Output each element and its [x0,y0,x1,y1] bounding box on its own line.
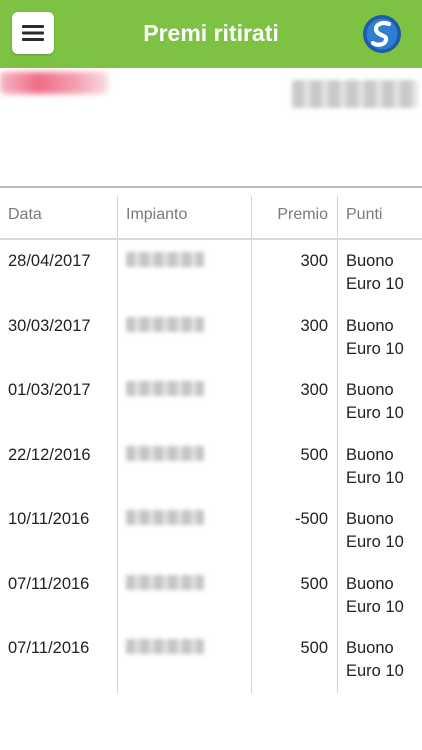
row-impianto-blurred [126,445,204,461]
row-impianto-blurred [126,574,204,590]
column-header-data[interactable]: Data [8,205,42,225]
row-date: 07/11/2016 [8,639,90,657]
table-row: 30/03/2017 300 Buono Euro 10 [0,305,422,369]
page-title: Premi ritirati [143,20,279,46]
table-row: 01/03/2017 300 Buono Euro 10 [0,369,422,433]
row-date: 28/04/2017 [8,252,91,270]
row-premio: 300 [300,316,328,335]
row-punti: Buono Euro 10 [346,445,404,487]
row-impianto-blurred [126,316,204,332]
menu-button[interactable] [12,12,54,54]
table-top-divider [0,186,422,188]
blurred-user-name [0,72,108,94]
row-premio: 500 [300,574,328,593]
row-date: 01/03/2017 [8,381,91,399]
row-impianto-blurred [126,252,204,267]
row-impianto-blurred [126,381,204,396]
hamburger-icon [22,25,44,41]
row-punti: Buono Euro 10 [346,510,404,551]
row-premio: -500 [294,510,328,528]
table-row: 07/11/2016 500 Buono Euro 10 [0,563,422,627]
table-row: 22/12/2016 500 Buono Euro 10 [0,434,422,498]
row-punti: Buono Euro 10 [346,316,404,358]
row-premio: 500 [300,445,328,464]
table-row: 10/11/2016 -500 Buono Euro 10 [0,498,422,562]
row-premio: 500 [300,639,328,657]
row-punti: Buono Euro 10 [346,574,404,616]
column-header-premio[interactable]: Premio [252,205,328,225]
row-punti: Buono Euro 10 [346,381,404,422]
brand-logo-icon [363,15,401,53]
row-date: 07/11/2016 [8,574,90,593]
row-impianto-blurred [126,639,204,654]
row-date: 30/03/2017 [8,316,91,335]
app-header: Premi ritirati [0,0,422,68]
row-date: 10/11/2016 [8,510,90,528]
blurred-card-number [292,80,418,108]
row-premio: 300 [300,252,328,270]
column-header-impianto[interactable]: Impianto [126,205,187,225]
row-premio: 300 [300,381,328,399]
row-punti: Buono Euro 10 [346,639,404,680]
column-header-punti[interactable]: Punti [346,205,382,225]
row-punti: Buono Euro 10 [346,252,404,293]
table-row: 28/04/2017 300 Buono Euro 10 [0,240,422,304]
row-impianto-blurred [126,510,204,525]
row-date: 22/12/2016 [8,445,91,464]
table-row: 07/11/2016 500 Buono Euro 10 [0,627,422,691]
